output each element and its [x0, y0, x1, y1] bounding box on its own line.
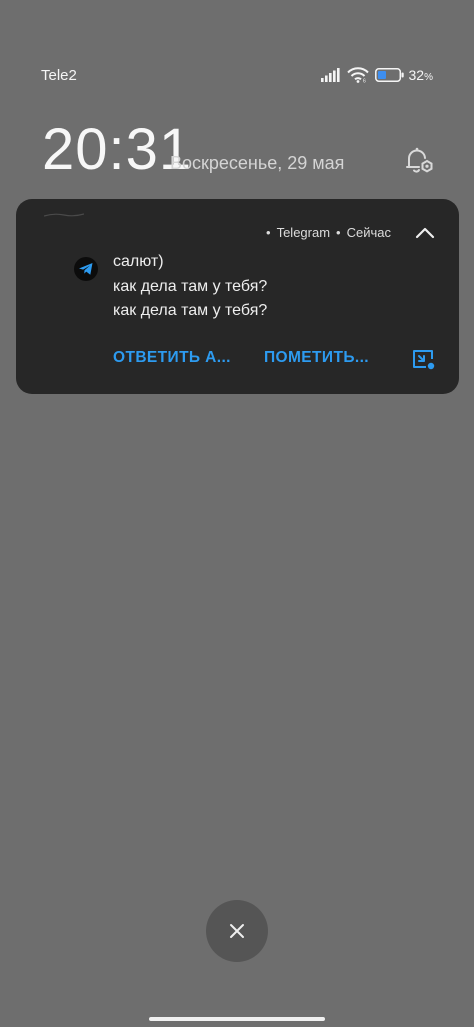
notification-time: Сейчас	[346, 225, 391, 240]
message-line: салют)	[113, 253, 164, 270]
mark-as-read-button[interactable]: ПОМЕТИТЬ...	[264, 349, 369, 367]
telegram-notification-card[interactable]: • Telegram • Сейчас салют) как дела там у т…	[16, 199, 459, 394]
system-icons: 6 32%	[315, 64, 433, 86]
svg-text:6: 6	[363, 79, 366, 84]
message-line: как дела там у тебя?	[113, 302, 268, 319]
close-icon	[230, 924, 244, 938]
notification-app-name: Telegram	[276, 225, 331, 240]
battery-percent-value: 32	[408, 67, 425, 83]
message-line: как дела там у тебя?	[113, 277, 268, 295]
battery-percent: 32%	[409, 67, 433, 83]
lock-screen: Tele2 6 32% 20:31 Воскресенье, 29 мая • …	[0, 0, 474, 1027]
battery-percent-unit: %	[424, 72, 433, 83]
telegram-icon	[74, 257, 98, 281]
wifi-icon: 6	[346, 67, 369, 84]
chevron-up-icon[interactable]	[413, 224, 437, 242]
clear-notifications-button[interactable]	[206, 900, 268, 962]
clock-row: 20:31 Воскресенье, 29 мая	[42, 116, 442, 188]
signal-icon	[320, 68, 340, 82]
notification-messages: салют) как дела там у тебя? как дела там…	[113, 250, 267, 324]
battery-icon	[374, 68, 404, 82]
redacted-sender-mark	[44, 213, 84, 217]
clock-date: Воскресенье, 29 мая	[170, 153, 345, 173]
notification-settings-icon[interactable]	[401, 144, 435, 178]
reply-button[interactable]: ОТВЕТИТЬ А...	[113, 349, 231, 367]
status-bar: Tele2 6 32%	[0, 0, 474, 100]
notification-actions: ОТВЕТИТЬ А... ПОМЕТИТЬ...	[113, 349, 443, 369]
home-indicator[interactable]	[149, 1017, 325, 1021]
notification-header: • Telegram • Сейчас	[266, 225, 391, 240]
picture-in-picture-icon[interactable]	[411, 347, 437, 371]
carrier-label: Tele2	[41, 67, 77, 84]
